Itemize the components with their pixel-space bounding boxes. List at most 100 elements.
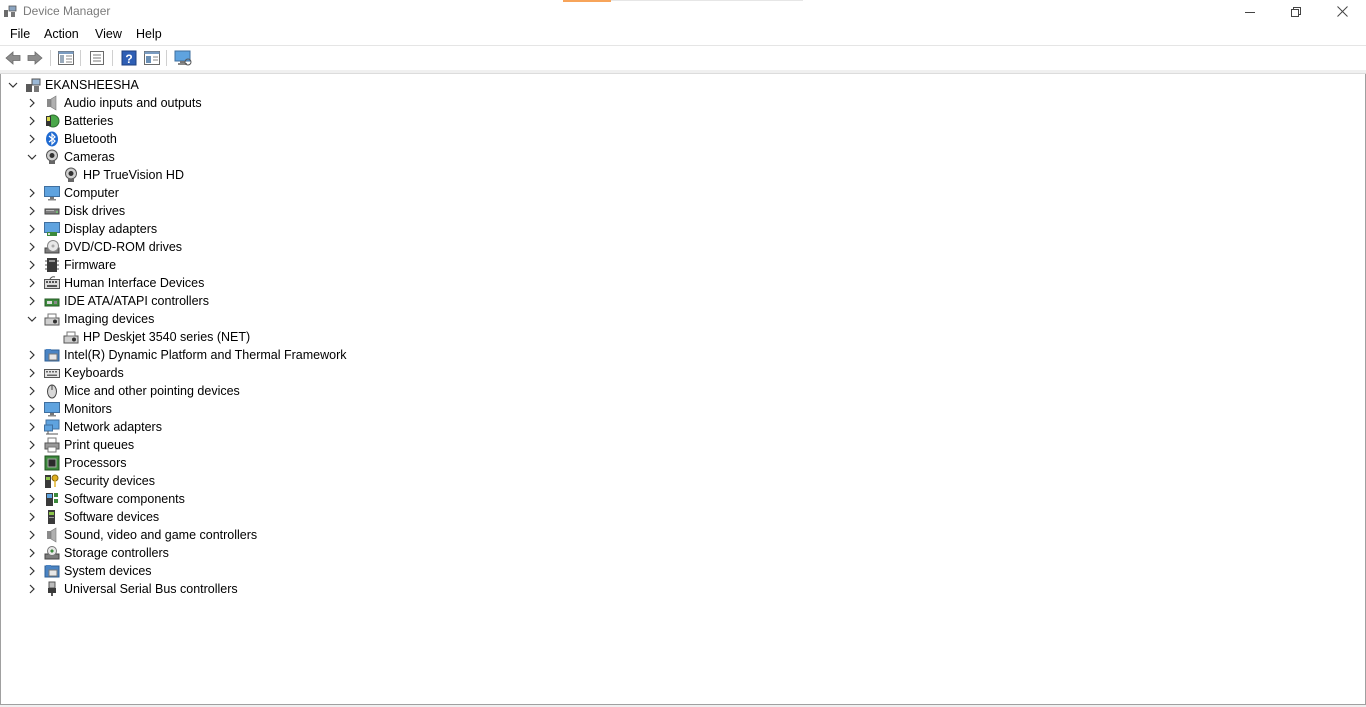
chevron-right-icon[interactable] [27, 350, 37, 360]
tree-category-label: Cameras [64, 150, 115, 164]
tree-category-label: Print queues [64, 438, 135, 452]
network-icon [44, 419, 60, 435]
scan-hardware-changes-monitor-icon [174, 50, 192, 66]
svg-text:?: ? [125, 52, 132, 66]
chevron-right-icon[interactable] [27, 134, 37, 144]
computer-tower-icon [25, 77, 41, 93]
chevron-right-icon[interactable] [27, 206, 37, 216]
tree-category-row[interactable]: Mice and other pointing devices [1, 382, 501, 400]
chevron-right-icon[interactable] [27, 548, 37, 558]
chevron-right-icon[interactable] [27, 278, 37, 288]
menu-bar: File Action View Help [0, 23, 1366, 45]
chevron-right-icon[interactable] [27, 296, 37, 306]
menu-file[interactable]: File [10, 27, 30, 41]
disk-drive-icon [44, 203, 60, 219]
chevron-right-icon[interactable] [27, 530, 37, 540]
chevron-right-icon[interactable] [27, 440, 37, 450]
tree-category-row[interactable]: Batteries [1, 112, 501, 130]
chevron-right-icon[interactable] [27, 188, 37, 198]
webcam-icon [63, 167, 79, 183]
tree-category-row[interactable]: Processors [1, 454, 501, 472]
toolbar-separator [112, 50, 113, 66]
properties-button[interactable] [88, 49, 106, 67]
tree-category-row[interactable]: Firmware [1, 256, 501, 274]
menu-view[interactable]: View [95, 27, 122, 41]
tree-category-row[interactable]: Sound, video and game controllers [1, 526, 501, 544]
tree-category-row[interactable]: System devices [1, 562, 501, 580]
chevron-right-icon[interactable] [27, 368, 37, 378]
tree-category-row[interactable]: Intel(R) Dynamic Platform and Thermal Fr… [1, 346, 501, 364]
scan-hardware-button[interactable] [174, 49, 192, 67]
restore-icon [1291, 6, 1301, 17]
tree-category-row[interactable]: Disk drives [1, 202, 501, 220]
tree-category-row[interactable]: Human Interface Devices [1, 274, 501, 292]
chevron-right-icon[interactable] [27, 242, 37, 252]
back-button[interactable] [4, 49, 22, 67]
forward-button[interactable] [26, 49, 44, 67]
tree-category-row[interactable]: Audio inputs and outputs [1, 94, 501, 112]
chevron-right-icon[interactable] [27, 494, 37, 504]
webcam-icon [44, 149, 60, 165]
tree-category-label: Network adapters [64, 420, 162, 434]
title-bar[interactable]: Device Manager [0, 0, 1366, 23]
tree-category-row[interactable]: Storage controllers [1, 544, 501, 562]
tree-category-row[interactable]: Display adapters [1, 220, 501, 238]
tree-category-row[interactable]: Universal Serial Bus controllers [1, 580, 501, 598]
run-view-button[interactable] [143, 49, 161, 67]
tree-category-row[interactable]: Software components [1, 490, 501, 508]
show-hide-console-tree-icon [58, 51, 74, 65]
chevron-down-icon[interactable] [27, 314, 37, 324]
display-adapter-icon [44, 221, 60, 237]
chevron-right-icon[interactable] [27, 224, 37, 234]
device-manager-app-icon [3, 4, 17, 18]
tree-category-row[interactable]: Keyboards [1, 364, 501, 382]
chevron-right-icon[interactable] [27, 566, 37, 576]
tree-root-row[interactable]: EKANSHEESHA [1, 76, 401, 94]
software-component-icon [44, 491, 60, 507]
tree-category-row[interactable]: Computer [1, 184, 501, 202]
tree-category-row[interactable]: Cameras [1, 148, 501, 166]
chevron-right-icon[interactable] [27, 260, 37, 270]
chevron-right-icon[interactable] [27, 512, 37, 522]
minimize-button[interactable] [1227, 0, 1273, 23]
printer-icon [44, 437, 60, 453]
chevron-down-icon[interactable] [8, 80, 18, 90]
tree-category-row[interactable]: IDE ATA/ATAPI controllers [1, 292, 501, 310]
security-key-icon [44, 473, 60, 489]
tree-category-label: Processors [64, 456, 127, 470]
restore-button[interactable] [1273, 0, 1319, 23]
chevron-right-icon[interactable] [27, 422, 37, 432]
tree-category-row[interactable]: Software devices [1, 508, 501, 526]
tree-category-row[interactable]: Security devices [1, 472, 501, 490]
chevron-right-icon[interactable] [27, 386, 37, 396]
imaging-device-icon [44, 311, 60, 327]
show-hide-tree-button[interactable] [57, 49, 75, 67]
optical-drive-icon [44, 239, 60, 255]
chevron-right-icon[interactable] [27, 404, 37, 414]
tree-category-label: Mice and other pointing devices [64, 384, 240, 398]
chevron-right-icon[interactable] [27, 584, 37, 594]
chevron-right-icon[interactable] [27, 476, 37, 486]
titlebar-accent [563, 0, 611, 2]
titlebar-accent-line [611, 0, 803, 1]
tree-device-row[interactable]: HP TrueVision HD [1, 166, 501, 184]
close-button[interactable] [1319, 0, 1365, 23]
tree-category-label: Disk drives [64, 204, 126, 218]
tree-category-row[interactable]: DVD/CD-ROM drives [1, 238, 501, 256]
chevron-right-icon[interactable] [27, 98, 37, 108]
tree-device-row[interactable]: HP Deskjet 3540 series (NET) [1, 328, 501, 346]
tree-category-row[interactable]: Print queues [1, 436, 501, 454]
chevron-down-icon[interactable] [27, 152, 37, 162]
menu-help[interactable]: Help [136, 27, 162, 41]
menu-action[interactable]: Action [44, 27, 79, 41]
tree-category-label: Human Interface Devices [64, 276, 205, 290]
help-button[interactable]: ? [120, 49, 138, 67]
chevron-right-icon[interactable] [27, 458, 37, 468]
tree-category-row[interactable]: Imaging devices [1, 310, 501, 328]
tree-category-row[interactable]: Bluetooth [1, 130, 501, 148]
chevron-right-icon[interactable] [27, 116, 37, 126]
tree-category-row[interactable]: Network adapters [1, 418, 501, 436]
tree-category-row[interactable]: Monitors [1, 400, 501, 418]
device-tree[interactable]: EKANSHEESHA Audio inputs and outputs Batt… [0, 74, 1366, 705]
tree-category-label: Batteries [64, 114, 114, 128]
